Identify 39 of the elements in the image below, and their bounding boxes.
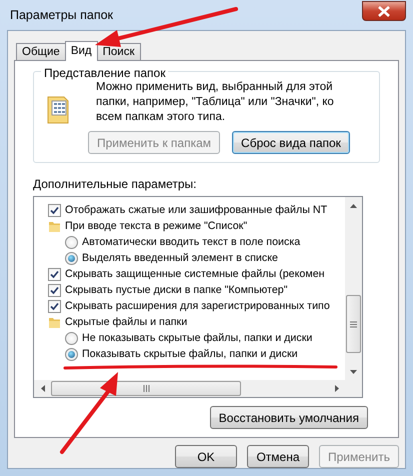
checkbox[interactable] <box>48 268 61 280</box>
checkbox[interactable] <box>48 204 61 216</box>
window-title: Параметры папок <box>10 6 114 24</box>
tab[interactable]: Общие <box>16 43 66 60</box>
cancel-button[interactable]: Отмена <box>246 445 309 468</box>
option-label: Скрывать пустые диски в папке "Компьютер" <box>65 282 288 298</box>
ok-button[interactable]: OK <box>174 445 237 468</box>
scroll-down-icon[interactable] <box>350 370 357 374</box>
folder-icon <box>48 220 61 232</box>
tab[interactable]: Вид <box>64 41 98 61</box>
folder-icon <box>48 316 61 328</box>
restore-defaults-button[interactable]: Восстановить умолчания <box>210 406 368 429</box>
grip-icon <box>350 320 357 328</box>
radio-button[interactable] <box>65 332 78 344</box>
scroll-up-icon[interactable] <box>350 204 357 208</box>
option-label: Скрывать расширения для зарегистрированных типо <box>65 298 330 314</box>
scroll-left-icon[interactable] <box>40 385 44 392</box>
checkbox[interactable] <box>48 300 61 312</box>
reset-folders-button[interactable]: Сброс вида папок <box>232 131 350 154</box>
option-label: Не показывать скрытые файлы, папки и диски <box>82 330 312 346</box>
option-label: Выделять введенный элемент в списке <box>82 250 278 266</box>
section-label: Дополнительные параметры: <box>33 176 198 193</box>
close-button[interactable] <box>362 1 406 21</box>
horizontal-scrollbar[interactable] <box>34 380 362 397</box>
radio-button[interactable] <box>65 236 78 248</box>
group-label: Скрытые файлы и папки <box>65 314 188 330</box>
checkbox[interactable] <box>48 284 61 296</box>
option-label: Показывать скрытые файлы, папки и диски <box>82 346 298 362</box>
option-label: Отображать сжатые или зашифрованные файлы NT <box>65 202 328 218</box>
radio-button[interactable] <box>65 348 78 360</box>
description-text: Можно применить вид, выбранный для этой папки, например, "Таблица" или "Значки", ко всем папкам этого типа. <box>96 80 335 125</box>
scroll-right-icon[interactable] <box>334 385 338 392</box>
option-label: Скрывать защищенные системные файлы (рекомен <box>65 266 325 282</box>
group-label: При вводе текста в режиме "Список" <box>65 218 248 234</box>
radio-button[interactable] <box>65 252 78 264</box>
option-label: Автоматически вводить текст в поле поиска <box>82 234 300 250</box>
close-icon <box>378 6 390 16</box>
vertical-scrollbar[interactable] <box>345 197 362 380</box>
grip-icon <box>142 385 150 392</box>
